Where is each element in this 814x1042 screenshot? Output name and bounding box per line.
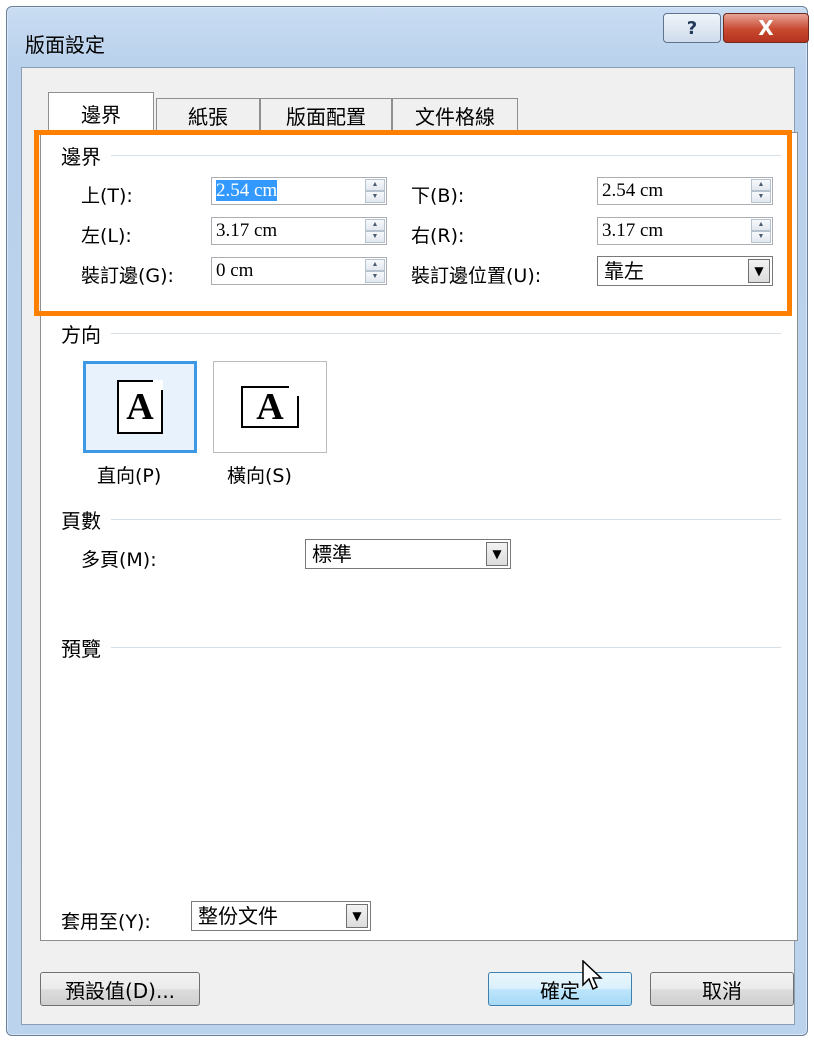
top-margin-input[interactable]: 2.54 cm ▲ ▼ — [211, 177, 387, 205]
left-margin-input[interactable]: 3.17 cm ▲ ▼ — [211, 217, 387, 245]
dialog-title: 版面設定 — [25, 33, 105, 57]
close-button[interactable]: X — [723, 13, 809, 43]
gutter-spinner[interactable]: ▲ ▼ — [365, 259, 385, 283]
gutter-value: 0 cm — [216, 260, 254, 281]
right-margin-spinner[interactable]: ▲ ▼ — [751, 219, 771, 243]
title-bar[interactable]: 版面設定 ? X — [7, 7, 809, 67]
section-divider — [111, 155, 781, 156]
gutter-label: 裝訂邊(G): — [81, 265, 174, 287]
left-margin-value: 3.17 cm — [216, 220, 278, 241]
top-margin-label: 上(T): — [81, 185, 133, 207]
multiple-pages-label: 多頁(M): — [81, 549, 157, 571]
spin-down-icon[interactable]: ▼ — [365, 191, 385, 203]
top-margin-value: 2.54 cm — [216, 180, 278, 201]
gutter-position-value: 靠左 — [604, 259, 644, 283]
page-fold — [153, 380, 163, 390]
page-fold — [289, 386, 299, 396]
tab-label: 版面配置 — [286, 105, 366, 129]
bottom-margin-label: 下(B): — [411, 185, 465, 207]
cancel-button[interactable]: 取消 — [650, 972, 794, 1006]
multiple-pages-value: 標準 — [312, 542, 352, 566]
spin-down-icon[interactable]: ▼ — [365, 271, 385, 283]
spin-down-icon[interactable]: ▼ — [365, 231, 385, 243]
mouse-pointer-icon — [582, 960, 603, 991]
right-margin-label: 右(R): — [411, 225, 465, 247]
set-as-default-button[interactable]: 預設值(D)... — [40, 972, 200, 1006]
ok-button[interactable]: 確定 — [488, 972, 632, 1006]
pages-section-label: 頁數 — [61, 505, 109, 534]
chevron-down-icon[interactable]: ▼ — [486, 542, 508, 566]
spin-up-icon[interactable]: ▲ — [365, 259, 385, 271]
tab-paper[interactable]: 紙張 — [156, 98, 260, 132]
gutter-position-select[interactable]: 靠左 ▼ — [597, 256, 773, 286]
portrait-button[interactable]: A — [83, 361, 197, 453]
tab-margins[interactable]: 邊界 — [48, 92, 154, 133]
left-margin-label: 左(L): — [81, 225, 132, 247]
dialog-client-area: 邊界 紙張 版面配置 文件格線 邊界 上(T): 2.54 cm ▲ ▼ 下(B)… — [21, 67, 798, 1025]
button-label: 確定 — [540, 978, 580, 1003]
bottom-margin-value: 2.54 cm — [602, 180, 664, 201]
left-margin-spinner[interactable]: ▲ ▼ — [365, 219, 385, 243]
bottom-margin-spinner[interactable]: ▲ ▼ — [751, 179, 771, 203]
tab-label: 文件格線 — [415, 105, 495, 129]
spin-up-icon[interactable]: ▲ — [751, 179, 771, 191]
portrait-glyph: A — [126, 386, 154, 428]
spin-up-icon[interactable]: ▲ — [751, 219, 771, 231]
section-divider — [111, 519, 781, 520]
landscape-glyph: A — [256, 386, 284, 428]
apply-to-select[interactable]: 整份文件 ▼ — [191, 901, 371, 931]
portrait-label: 直向(P) — [97, 465, 162, 487]
bottom-margin-input[interactable]: 2.54 cm ▲ ▼ — [597, 177, 773, 205]
portrait-page-icon: A — [117, 380, 163, 434]
tab-label: 紙張 — [188, 105, 228, 129]
right-margin-value: 3.17 cm — [602, 220, 664, 241]
preview-section-label: 預覽 — [61, 633, 109, 662]
apply-to-value: 整份文件 — [198, 904, 278, 928]
tab-layout[interactable]: 版面配置 — [260, 98, 392, 132]
landscape-button[interactable]: A — [213, 361, 327, 453]
section-divider — [111, 647, 781, 648]
spin-down-icon[interactable]: ▼ — [751, 191, 771, 203]
gutter-position-label: 裝訂邊位置(U): — [411, 265, 542, 287]
spin-up-icon[interactable]: ▲ — [365, 219, 385, 231]
chevron-down-icon[interactable]: ▼ — [748, 259, 770, 283]
page-setup-dialog: 版面設定 ? X 邊界 紙張 版面配置 文件格線 邊界 上(T): 2.54 c… — [6, 6, 809, 1036]
chevron-down-icon[interactable]: ▼ — [346, 904, 368, 928]
section-divider — [111, 333, 781, 334]
close-icon: X — [758, 16, 774, 40]
tab-label: 邊界 — [81, 102, 121, 127]
margins-section-label: 邊界 — [61, 141, 109, 170]
help-button[interactable]: ? — [663, 13, 721, 43]
landscape-label: 橫向(S) — [227, 465, 292, 487]
landscape-page-icon: A — [241, 386, 299, 428]
multiple-pages-select[interactable]: 標準 ▼ — [305, 539, 511, 569]
spin-up-icon[interactable]: ▲ — [365, 179, 385, 191]
button-label: 預設值(D)... — [64, 978, 176, 1003]
apply-to-label: 套用至(Y): — [61, 911, 151, 933]
top-margin-spinner[interactable]: ▲ ▼ — [365, 179, 385, 203]
spin-down-icon[interactable]: ▼ — [751, 231, 771, 243]
right-margin-input[interactable]: 3.17 cm ▲ ▼ — [597, 217, 773, 245]
tab-document-grid[interactable]: 文件格線 — [392, 98, 518, 132]
button-label: 取消 — [702, 978, 742, 1003]
help-icon: ? — [686, 17, 698, 39]
tab-panel-margins: 邊界 上(T): 2.54 cm ▲ ▼ 下(B): 2.54 cm ▲ ▼ 左(L… — [40, 132, 798, 941]
gutter-input[interactable]: 0 cm ▲ ▼ — [211, 257, 387, 285]
orientation-section-label: 方向 — [61, 319, 109, 348]
